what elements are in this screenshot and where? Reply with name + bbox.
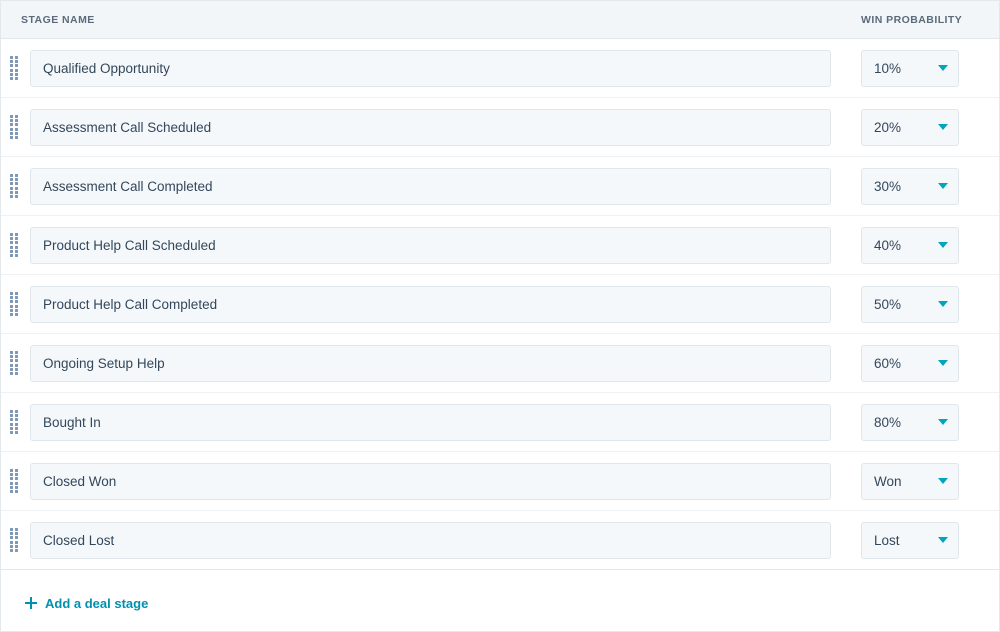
drag-dots-icon (10, 173, 18, 199)
win-probability-cell: 50% (847, 285, 999, 323)
chevron-down-icon (938, 478, 948, 484)
table-header: STAGE NAME WIN PROBABILITY (1, 1, 999, 39)
drag-dots-icon (10, 527, 18, 553)
drag-handle-icon[interactable] (5, 350, 23, 376)
chevron-down-icon (938, 537, 948, 543)
table-row: 20% (1, 98, 999, 157)
win-probability-cell: 20% (847, 108, 999, 146)
table-row: 40% (1, 216, 999, 275)
stage-name-cell (23, 462, 847, 500)
stage-name-input[interactable] (30, 108, 831, 146)
win-probability-value: 80% (874, 414, 902, 430)
stage-name-input[interactable] (30, 521, 831, 559)
win-probability-value: 10% (874, 60, 902, 76)
stage-name-input[interactable] (30, 403, 831, 441)
win-probability-cell: Won (847, 462, 999, 500)
chevron-down-icon (938, 419, 948, 425)
win-probability-cell: 10% (847, 49, 999, 87)
chevron-down-icon (938, 183, 948, 189)
drag-handle-icon[interactable] (5, 55, 23, 81)
drag-handle-icon[interactable] (5, 527, 23, 553)
stage-name-cell (23, 108, 847, 146)
stage-name-input[interactable] (30, 226, 831, 264)
deal-stage-list: 10% 20% 30% 40% 50% 60% 80% Won Lost (1, 39, 999, 570)
win-probability-select[interactable]: 40% (861, 226, 959, 264)
chevron-down-icon (938, 65, 948, 71)
win-probability-value: 40% (874, 237, 902, 253)
win-probability-select[interactable]: Lost (861, 521, 959, 559)
win-probability-select[interactable]: 10% (861, 49, 959, 87)
win-probability-select[interactable]: 50% (861, 285, 959, 323)
table-row: Lost (1, 511, 999, 570)
column-header-stage-name: STAGE NAME (21, 13, 95, 26)
win-probability-value: 20% (874, 119, 902, 135)
win-probability-value: Won (874, 473, 902, 489)
add-deal-stage-button[interactable]: Add a deal stage (25, 597, 148, 610)
table-row: 50% (1, 275, 999, 334)
stage-name-cell (23, 521, 847, 559)
win-probability-select[interactable]: 80% (861, 403, 959, 441)
win-probability-cell: 30% (847, 167, 999, 205)
win-probability-select[interactable]: Won (861, 462, 959, 500)
stage-name-cell (23, 49, 847, 87)
win-probability-select[interactable]: 30% (861, 167, 959, 205)
stage-name-cell (23, 403, 847, 441)
add-deal-stage-label: Add a deal stage (45, 595, 149, 611)
table-row: 80% (1, 393, 999, 452)
win-probability-value: 60% (874, 355, 902, 371)
table-row: 10% (1, 39, 999, 98)
panel-footer: Add a deal stage (1, 570, 999, 631)
drag-handle-icon[interactable] (5, 114, 23, 140)
drag-handle-icon[interactable] (5, 468, 23, 494)
drag-handle-icon[interactable] (5, 409, 23, 435)
drag-dots-icon (10, 409, 18, 435)
win-probability-cell: Lost (847, 521, 999, 559)
drag-handle-icon[interactable] (5, 173, 23, 199)
win-probability-cell: 40% (847, 226, 999, 264)
stage-name-input[interactable] (30, 49, 831, 87)
win-probability-cell: 60% (847, 344, 999, 382)
stage-name-input[interactable] (30, 167, 831, 205)
win-probability-value: 30% (874, 178, 902, 194)
drag-dots-icon (10, 114, 18, 140)
stage-name-input[interactable] (30, 344, 831, 382)
plus-icon (25, 597, 37, 609)
stage-name-cell (23, 285, 847, 323)
column-header-win-probability: WIN PROBABILITY (861, 13, 963, 26)
table-row: 30% (1, 157, 999, 216)
win-probability-cell: 80% (847, 403, 999, 441)
drag-dots-icon (10, 350, 18, 376)
chevron-down-icon (938, 124, 948, 130)
stage-name-cell (23, 344, 847, 382)
win-probability-value: Lost (874, 532, 900, 548)
chevron-down-icon (938, 242, 948, 248)
drag-dots-icon (10, 55, 18, 81)
chevron-down-icon (938, 360, 948, 366)
win-probability-select[interactable]: 20% (861, 108, 959, 146)
table-row: Won (1, 452, 999, 511)
drag-dots-icon (10, 291, 18, 317)
stage-name-cell (23, 226, 847, 264)
stage-name-cell (23, 167, 847, 205)
table-row: 60% (1, 334, 999, 393)
stage-name-input[interactable] (30, 285, 831, 323)
win-probability-value: 50% (874, 296, 902, 312)
chevron-down-icon (938, 301, 948, 307)
stage-name-input[interactable] (30, 462, 831, 500)
deal-stages-panel: STAGE NAME WIN PROBABILITY 10% 20% 30% 40% 5… (0, 0, 1000, 632)
drag-dots-icon (10, 232, 18, 258)
drag-handle-icon[interactable] (5, 232, 23, 258)
drag-handle-icon[interactable] (5, 291, 23, 317)
drag-dots-icon (10, 468, 18, 494)
win-probability-select[interactable]: 60% (861, 344, 959, 382)
